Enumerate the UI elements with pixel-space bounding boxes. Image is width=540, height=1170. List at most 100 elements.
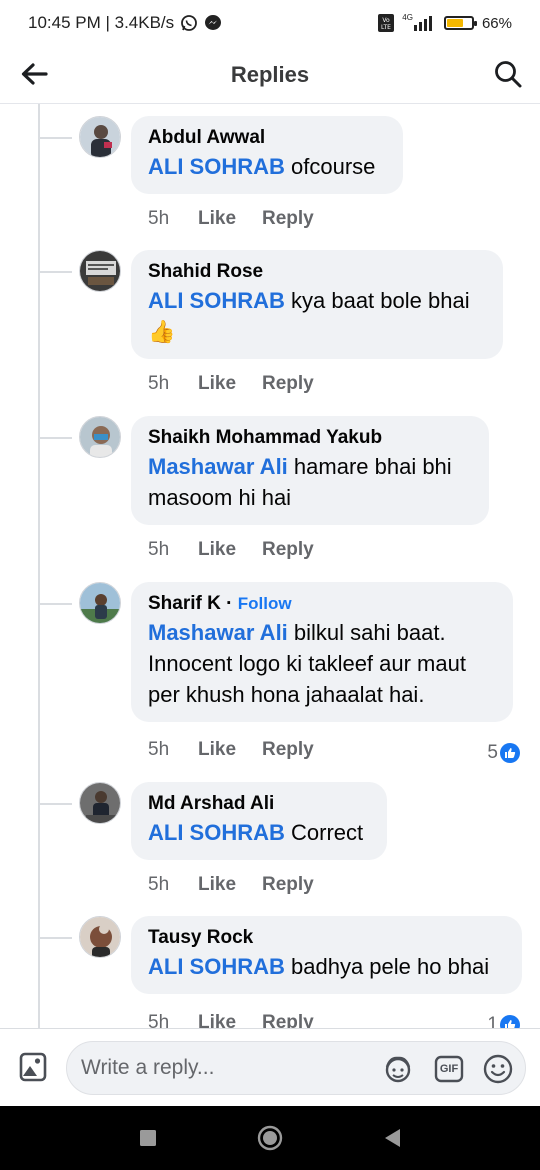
status-left: 10:45 PM | 3.4KB/s xyxy=(28,13,222,33)
gif-label: GIF xyxy=(439,1063,459,1075)
mention-link[interactable]: Mashawar Ali xyxy=(148,454,288,479)
like-button[interactable]: Like xyxy=(198,539,262,561)
search-button[interactable] xyxy=(490,56,526,92)
reaction-summary[interactable]: 5 xyxy=(487,742,520,764)
comment-bubble[interactable]: Tausy Rock ALI SOHRAB badhya pele ho bha… xyxy=(131,916,522,994)
like-button[interactable]: Like xyxy=(198,1012,262,1028)
thread-line xyxy=(38,104,40,1028)
reply-button[interactable]: Reply xyxy=(262,1012,314,1028)
comment-author-name[interactable]: Sharif K xyxy=(148,593,221,614)
comment-author[interactable]: Tausy Rock xyxy=(148,927,505,949)
system-nav-bar xyxy=(0,1106,540,1170)
home-button[interactable] xyxy=(256,1124,284,1152)
comment-bubble[interactable]: Shaikh Mohammad Yakub Mashawar Ali hamar… xyxy=(131,416,489,525)
thread-connector xyxy=(38,437,72,439)
like-button[interactable]: Like xyxy=(198,739,262,761)
messenger-icon xyxy=(204,14,222,32)
comment-actions: 5h Like Reply xyxy=(148,208,314,230)
system-back-button[interactable] xyxy=(378,1124,406,1152)
photo-icon xyxy=(19,1052,47,1082)
mention-link[interactable]: ALI SOHRAB xyxy=(148,154,285,179)
battery-icon xyxy=(443,16,477,30)
comment-bubble[interactable]: Abdul Awwal ALI SOHRAB ofcourse xyxy=(131,116,403,194)
mention-link[interactable]: ALI SOHRAB xyxy=(148,954,285,979)
reply-button[interactable]: Reply xyxy=(262,874,314,896)
avatar[interactable] xyxy=(79,116,121,158)
avatar[interactable] xyxy=(79,416,121,458)
comment-body: Correct xyxy=(284,820,364,845)
comment-bubble[interactable]: Shahid Rose ALI SOHRAB kya baat bole bha… xyxy=(131,250,503,359)
comment-text: ALI SOHRAB badhya pele ho bhai xyxy=(148,951,505,982)
comment-actions: 5h Like Reply xyxy=(148,739,314,761)
thread-connector xyxy=(38,803,72,805)
triangle-back-icon xyxy=(385,1129,400,1147)
comment-time: 5h xyxy=(148,1012,170,1028)
like-reaction-icon xyxy=(500,1015,520,1028)
reply-composer: GIF xyxy=(0,1028,540,1106)
signal-icon: 4G xyxy=(402,13,436,31)
header: Replies xyxy=(0,46,540,104)
comment-bubble[interactable]: Md Arshad Ali ALI SOHRAB Correct xyxy=(131,782,387,860)
comment-body: badhya pele ho bhai xyxy=(284,954,490,979)
mention-link[interactable]: ALI SOHRAB xyxy=(148,288,285,313)
comment-author[interactable]: Shahid Rose xyxy=(148,261,486,283)
svg-text:Vo: Vo xyxy=(383,17,391,24)
like-button[interactable]: Like xyxy=(198,373,262,395)
volte-icon: Vo LTE xyxy=(378,14,395,32)
battery-percent: 66% xyxy=(481,14,512,32)
avatar[interactable] xyxy=(79,782,121,824)
comment-actions: 5h Like Reply xyxy=(148,373,314,395)
separator-dot: · xyxy=(226,593,233,614)
reply-button[interactable]: Reply xyxy=(262,539,314,561)
emoji-icon xyxy=(483,1054,513,1084)
comment-author[interactable]: Abdul Awwal xyxy=(148,127,386,149)
comment-actions: 5h Like Reply xyxy=(148,874,314,896)
photo-button[interactable] xyxy=(18,1051,48,1083)
recents-button[interactable] xyxy=(134,1124,162,1152)
status-time: 10:45 PM | 3.4KB/s xyxy=(28,13,175,32)
avatar[interactable] xyxy=(79,582,121,624)
mention-link[interactable]: Mashawar Ali xyxy=(148,620,288,645)
comment-text: ALI SOHRAB Correct xyxy=(148,817,370,848)
mention-link[interactable]: ALI SOHRAB xyxy=(148,820,285,845)
comment-body: ofcourse xyxy=(284,154,376,179)
svg-text:LTE: LTE xyxy=(381,24,391,31)
thread-connector xyxy=(38,603,72,605)
comment-author[interactable]: Md Arshad Ali xyxy=(148,793,370,815)
gif-button[interactable]: GIF xyxy=(433,1053,465,1085)
comment-bubble[interactable]: Sharif K · Follow Mashawar Ali bilkul sa… xyxy=(131,582,513,722)
reaction-summary[interactable]: 1 xyxy=(487,1014,520,1028)
follow-button[interactable]: Follow xyxy=(238,594,292,613)
emoji-button[interactable] xyxy=(482,1053,514,1085)
comment-author[interactable]: Shaikh Mohammad Yakub xyxy=(148,427,472,449)
reply-field: GIF xyxy=(66,1041,526,1095)
reply-thread: Abdul Awwal ALI SOHRAB ofcourse 5h Like … xyxy=(0,104,540,1028)
reaction-count: 1 xyxy=(487,1014,498,1028)
comment-text: ALI SOHRAB ofcourse xyxy=(148,151,386,182)
thread-connector xyxy=(38,137,72,139)
comment-time: 5h xyxy=(148,739,170,760)
page-title: Replies xyxy=(230,61,310,87)
comment-text: Mashawar Ali hamare bhai bhi masoom hi h… xyxy=(148,451,472,513)
like-button[interactable]: Like xyxy=(198,208,262,230)
like-button[interactable]: Like xyxy=(198,874,262,896)
reply-button[interactable]: Reply xyxy=(262,208,314,230)
comment-text: Mashawar Ali bilkul sahi baat. Innocent … xyxy=(148,617,496,710)
battery-fill xyxy=(446,19,463,27)
avatar-sticker-button[interactable] xyxy=(382,1053,414,1085)
avatar[interactable] xyxy=(79,916,121,958)
reply-button[interactable]: Reply xyxy=(262,373,314,395)
reply-input[interactable] xyxy=(81,1042,371,1094)
circle-icon xyxy=(257,1125,283,1151)
search-icon xyxy=(495,61,522,88)
comment-actions: 5h Like Reply xyxy=(148,1012,314,1028)
reply-button[interactable]: Reply xyxy=(262,739,314,761)
thread-connector xyxy=(38,271,72,273)
comment-time: 5h xyxy=(148,539,170,560)
comment-text: ALI SOHRAB kya baat bole bhai 👍 xyxy=(148,285,486,347)
comment-actions: 5h Like Reply xyxy=(148,539,314,561)
avatar[interactable] xyxy=(79,250,121,292)
status-right: Vo LTE 4G 66% xyxy=(378,13,512,32)
whatsapp-icon xyxy=(180,14,198,32)
comment-time: 5h xyxy=(148,874,170,895)
